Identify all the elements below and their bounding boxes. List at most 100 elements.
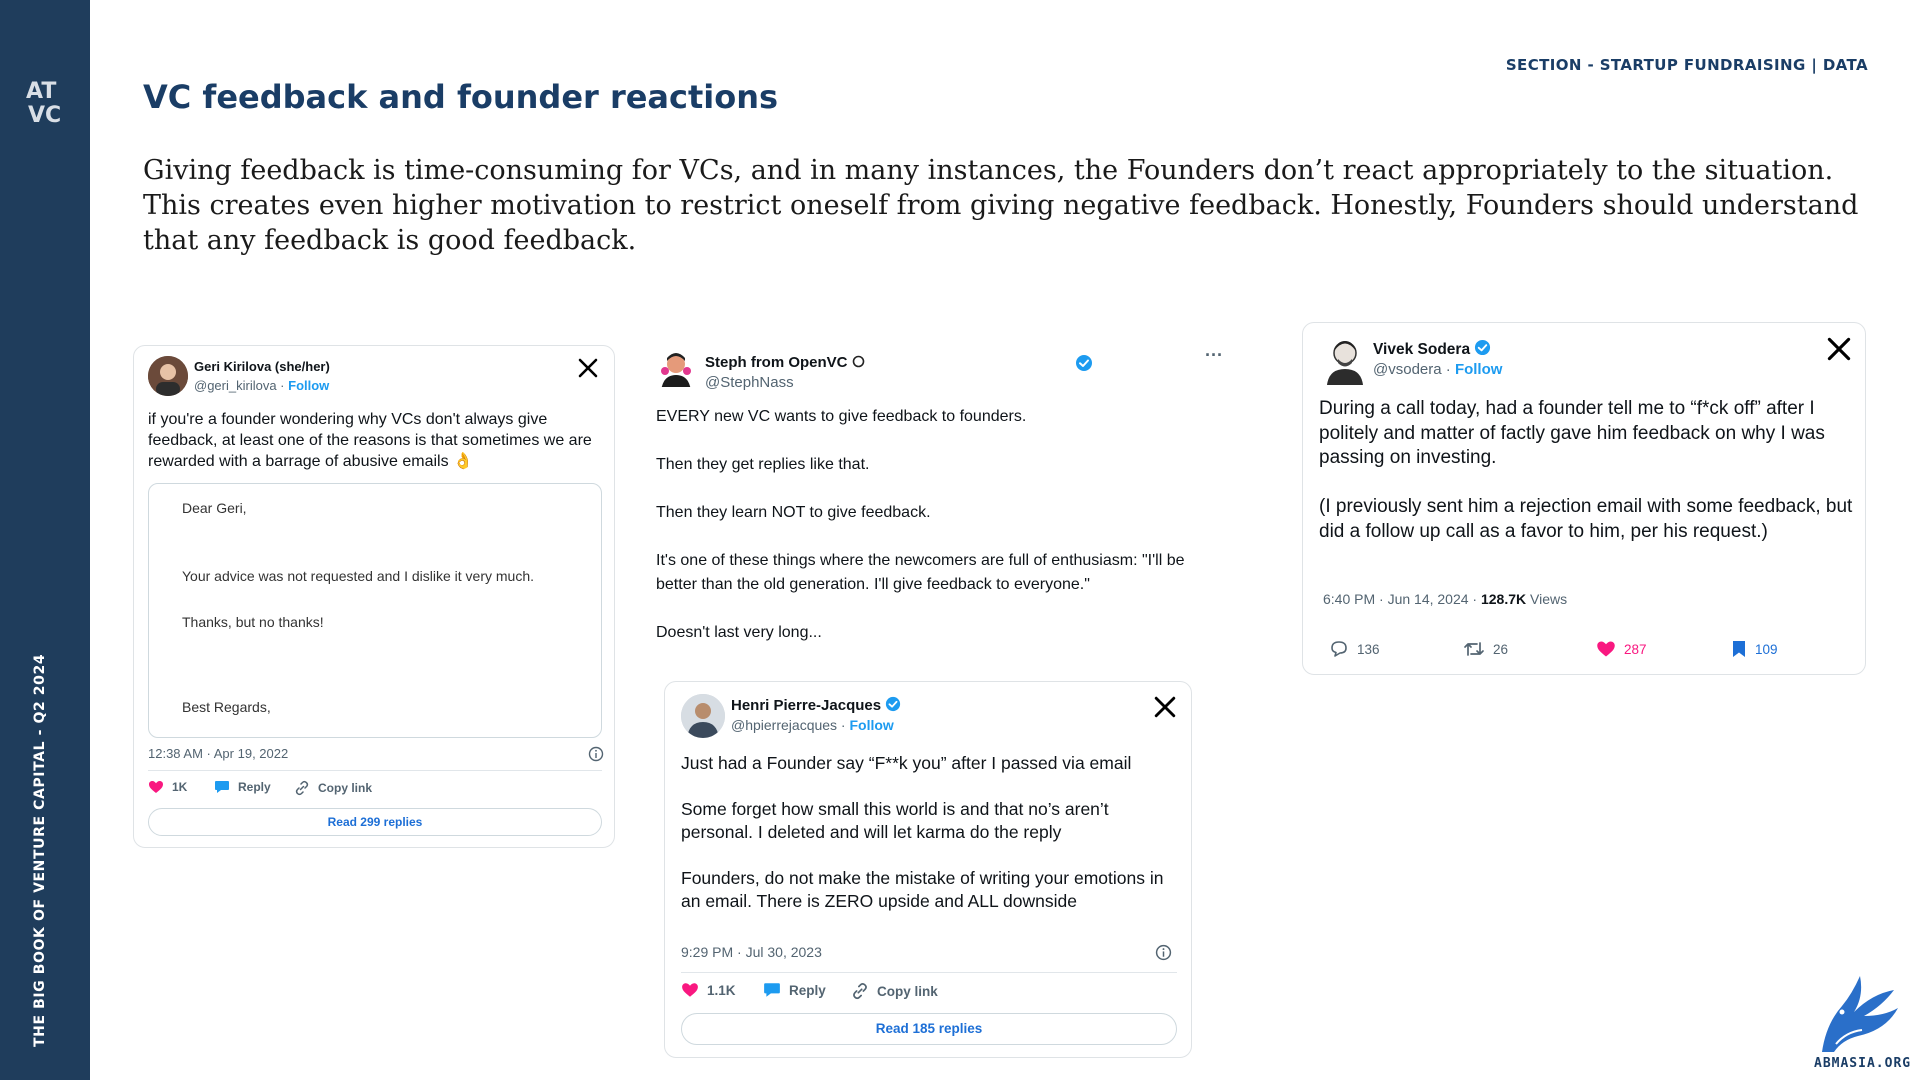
tweet-paragraph: During a call today, had a founder tell … xyxy=(1319,398,1825,468)
tweet-handle[interactable]: @StephNass xyxy=(705,374,794,391)
verified-badge-icon xyxy=(886,696,901,712)
reply-button[interactable]: 136 xyxy=(1329,640,1380,658)
section-tag: SECTION - STARTUP FUNDRAISING | DATA xyxy=(1505,56,1868,74)
avatar[interactable] xyxy=(148,356,188,396)
tweet-handle[interactable]: @vsodera xyxy=(1373,361,1442,378)
reply-bubble-icon xyxy=(215,781,229,793)
bird-logo-icon xyxy=(1822,976,1898,1052)
tweet-author-name[interactable]: Henri Pierre-Jacques xyxy=(731,696,901,714)
reply-label: Reply xyxy=(789,982,826,998)
tweet-card-geri: Geri Kirilova (she/her) @geri_kirilova ·… xyxy=(133,345,615,848)
avatar[interactable] xyxy=(658,351,694,387)
tweet-paragraph: (I previously sent him a rejection email… xyxy=(1319,496,1853,542)
retweet-icon xyxy=(1464,642,1484,656)
email-signoff: Best Regards, xyxy=(182,699,271,715)
tweet-meta: 6:40 PM · Jun 14, 2024 · 128.7K Views xyxy=(1323,591,1567,607)
email-screenshot: Dear Geri, Your advice was not requested… xyxy=(148,483,602,738)
copy-link-label: Copy link xyxy=(877,983,938,999)
tweet-paragraph: Founders, do not make the mistake of wri… xyxy=(681,868,1164,911)
tweet-paragraph: Then they get replies like that. xyxy=(656,456,870,473)
reply-label: Reply xyxy=(238,780,271,794)
x-logo-icon[interactable] xyxy=(578,358,598,378)
reply-bubble-icon xyxy=(764,983,780,997)
tweet-handle-line: @vsodera · Follow xyxy=(1373,361,1503,378)
info-icon[interactable] xyxy=(588,746,604,762)
tweet-timestamp[interactable]: 6:40 PM · Jun 14, 2024 · xyxy=(1323,591,1481,607)
page-title: VC feedback and founder reactions xyxy=(143,78,779,116)
follow-button[interactable]: Follow xyxy=(850,717,894,733)
copy-link-button[interactable]: Copy link xyxy=(294,780,372,796)
view-count: 128.7K xyxy=(1480,591,1527,607)
heart-icon xyxy=(149,781,163,793)
reply-button[interactable]: Reply xyxy=(214,780,271,794)
more-options-button[interactable]: ··· xyxy=(1205,345,1223,366)
tweet-author-name[interactable]: Geri Kirilova (she/her) xyxy=(194,359,330,374)
tweet-handle-line: @hpierrejacques · Follow xyxy=(731,717,894,733)
reply-count: 136 xyxy=(1357,641,1380,657)
tweet-timestamp[interactable]: 12:38 AM · Apr 19, 2022 xyxy=(148,746,288,761)
tweet-paragraph: It's one of these things where the newco… xyxy=(656,552,1185,593)
sidebar: AT VC THE BIG BOOK OF VENTURE CAPITAL - … xyxy=(0,0,90,1080)
email-line: Your advice was not requested and I disl… xyxy=(182,568,535,584)
bookmark-icon xyxy=(1733,641,1745,657)
tweet-text: Just had a Founder say “F**k you” after … xyxy=(681,752,1181,913)
tweet-text: EVERY new VC wants to give feedback to f… xyxy=(656,405,1216,645)
tweet-timestamp[interactable]: 9:29 PM · Jul 30, 2023 xyxy=(681,944,822,960)
reply-button[interactable]: Reply xyxy=(763,982,826,998)
link-icon xyxy=(295,780,309,796)
tweet-handle[interactable]: @geri_kirilova xyxy=(194,378,277,393)
avatar[interactable] xyxy=(1323,337,1367,385)
retweet-button[interactable]: 26 xyxy=(1463,640,1508,658)
tweet-card-steph: Steph from OpenVC @StephNass ··· EVERY n… xyxy=(650,345,1230,650)
tweet-paragraph: Doesn't last very long... xyxy=(656,624,822,641)
like-count: 1.1K xyxy=(707,982,736,998)
atvc-logo: AT VC xyxy=(26,79,61,126)
tweet-paragraph: Just had a Founder say “F**k you” after … xyxy=(681,753,1132,773)
intro-paragraph: Giving feedback is time-consuming for VC… xyxy=(143,155,1859,256)
like-count: 287 xyxy=(1624,641,1647,657)
like-button[interactable]: 287 xyxy=(1596,640,1647,658)
tweet-paragraph: Some forget how small this world is and … xyxy=(681,799,1109,842)
divider xyxy=(681,972,1177,973)
book-title-vertical: THE BIG BOOK OF VENTURE CAPITAL - Q2 202… xyxy=(32,653,48,1047)
tweet-paragraph: Then they learn NOT to give feedback. xyxy=(656,504,931,521)
tweet-text: if you're a founder wondering why VCs do… xyxy=(148,411,592,470)
tweet-author-name[interactable]: Steph from OpenVC xyxy=(705,354,865,371)
like-count: 1K xyxy=(172,780,188,794)
email-greeting: Dear Geri, xyxy=(182,500,247,516)
svg-text:AT: AT xyxy=(26,79,56,104)
verified-badge-icon xyxy=(1076,355,1092,371)
tweet-handle-line: @geri_kirilova · Follow xyxy=(194,378,330,393)
avatar[interactable] xyxy=(681,694,725,738)
bookmark-count: 109 xyxy=(1755,641,1778,657)
read-replies-button[interactable]: Read 185 replies xyxy=(681,1013,1177,1045)
author-name-text: Steph from OpenVC xyxy=(705,354,848,371)
brand-footer: ABMASIA.ORG xyxy=(1814,1056,1912,1071)
tweet-author-name[interactable]: Vivek Sodera xyxy=(1373,339,1491,359)
follow-button[interactable]: Follow xyxy=(288,378,329,393)
verified-badge-icon xyxy=(1475,339,1491,356)
like-button[interactable]: 1K xyxy=(148,780,187,794)
copy-link-label: Copy link xyxy=(318,781,373,795)
divider xyxy=(148,770,602,771)
bookmark-button[interactable]: 109 xyxy=(1731,640,1778,658)
tweet-handle[interactable]: @hpierrejacques xyxy=(731,717,837,733)
read-replies-button[interactable]: Read 299 replies xyxy=(148,808,602,836)
tweet-paragraph: EVERY new VC wants to give feedback to f… xyxy=(656,408,1027,425)
ring-icon xyxy=(852,355,864,368)
link-icon xyxy=(853,983,867,1000)
views-label: Views xyxy=(1526,591,1568,607)
follow-button[interactable]: Follow xyxy=(1455,361,1503,378)
copy-link-button[interactable]: Copy link xyxy=(851,982,938,1000)
email-line: Thanks, but no thanks! xyxy=(182,614,324,630)
author-name-text: Henri Pierre-Jacques xyxy=(731,697,882,714)
x-logo-icon[interactable] xyxy=(1827,337,1851,361)
x-logo-icon[interactable] xyxy=(1154,696,1176,718)
info-icon[interactable] xyxy=(1155,944,1172,961)
reply-icon xyxy=(1331,641,1347,657)
heart-icon xyxy=(682,983,698,997)
retweet-count: 26 xyxy=(1493,641,1509,657)
tweet-card-vivek: Vivek Sodera @vsodera · Follow During a … xyxy=(1302,322,1866,675)
author-name-text: Vivek Sodera xyxy=(1373,341,1471,358)
like-button[interactable]: 1.1K xyxy=(681,982,736,998)
